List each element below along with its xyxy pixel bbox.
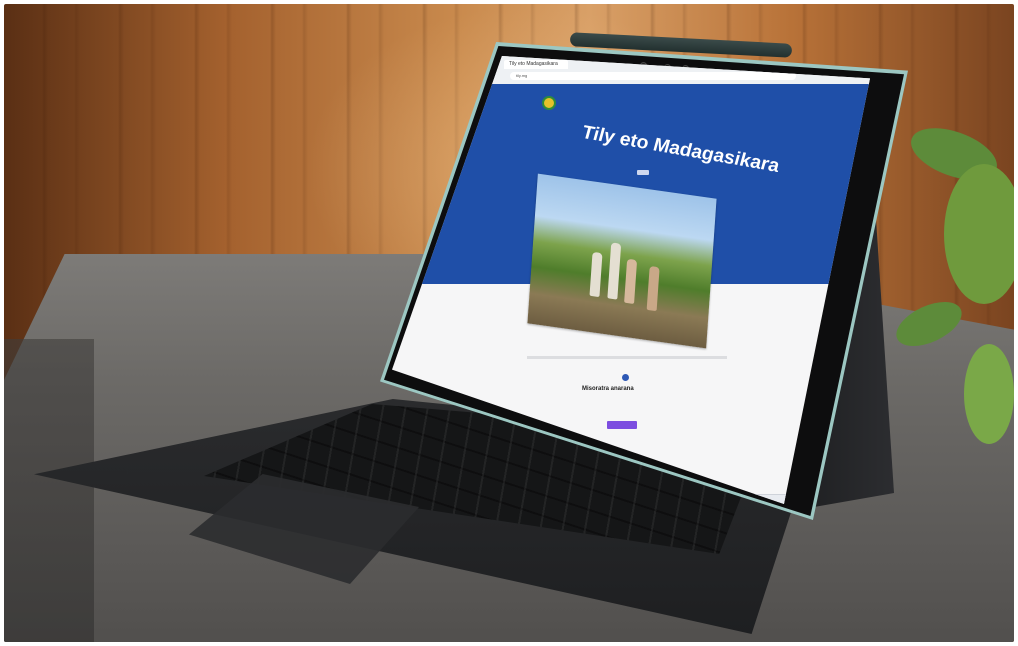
title-badge	[637, 170, 649, 175]
cta-button[interactable]	[607, 421, 637, 429]
section-title: Misoratra anarana	[582, 386, 634, 392]
hero-photo	[527, 173, 717, 349]
section-dot-icon	[622, 374, 629, 381]
browser-tab[interactable]: Tily eto Madagasikara	[504, 60, 568, 69]
person-figure	[607, 242, 622, 300]
logo-icon	[542, 96, 556, 110]
person-figure	[589, 251, 603, 298]
photo: Tily eto Madagasikara tily.mg Tily eto M…	[4, 4, 1014, 642]
person-figure	[624, 258, 638, 304]
person-figure	[646, 265, 660, 312]
table-edge	[4, 339, 94, 642]
address-bar[interactable]: tily.mg	[510, 72, 796, 80]
page-title: Tily eto Madagasikara	[581, 121, 780, 178]
divider	[527, 356, 727, 359]
